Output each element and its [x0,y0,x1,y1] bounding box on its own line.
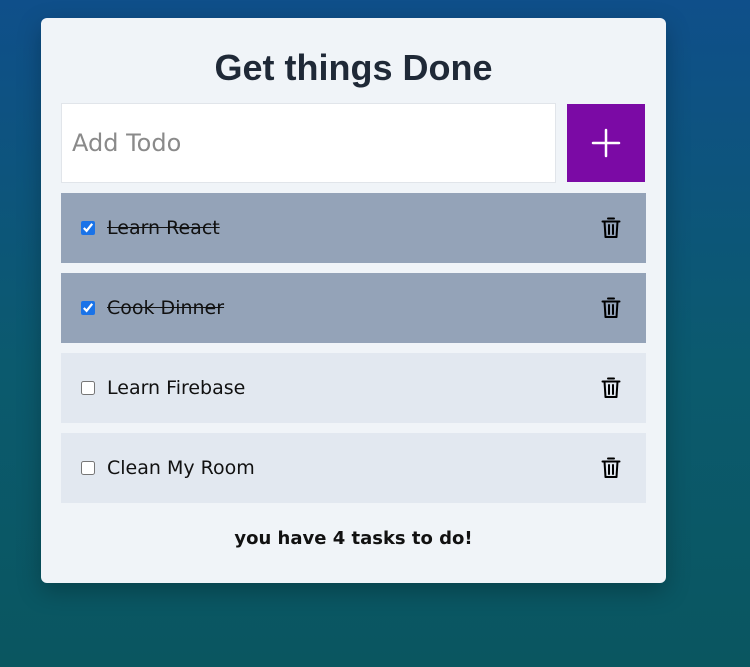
todo-label: Learn React [107,217,220,239]
todo-label: Cook Dinner [107,297,225,319]
todo-list: Learn React Cook Dinner Learn Firebase C… [61,193,646,513]
trash-icon [601,377,621,398]
delete-todo-button[interactable] [596,293,626,323]
todo-item: Clean My Room [61,433,646,503]
todo-item: Learn Firebase [61,353,646,423]
plus-icon [591,128,621,158]
todo-card: Get things Done Learn React Cook Dinner [41,18,666,583]
trash-icon [601,217,621,238]
add-todo-input[interactable] [61,103,556,183]
todo-label: Learn Firebase [107,377,246,399]
todo-label: Clean My Room [107,457,255,479]
todo-checkbox[interactable] [81,221,95,235]
todo-item: Cook Dinner [61,273,646,343]
tasks-remaining-text: you have 4 tasks to do! [234,528,473,549]
todo-item: Learn React [61,193,646,263]
trash-icon [601,297,621,318]
page-title: Get things Done [214,47,493,88]
delete-todo-button[interactable] [596,373,626,403]
delete-todo-button[interactable] [596,213,626,243]
trash-icon [601,457,621,478]
todo-checkbox[interactable] [81,461,95,475]
add-todo-button[interactable] [567,104,645,182]
delete-todo-button[interactable] [596,453,626,483]
todo-checkbox[interactable] [81,301,95,315]
todo-checkbox[interactable] [81,381,95,395]
